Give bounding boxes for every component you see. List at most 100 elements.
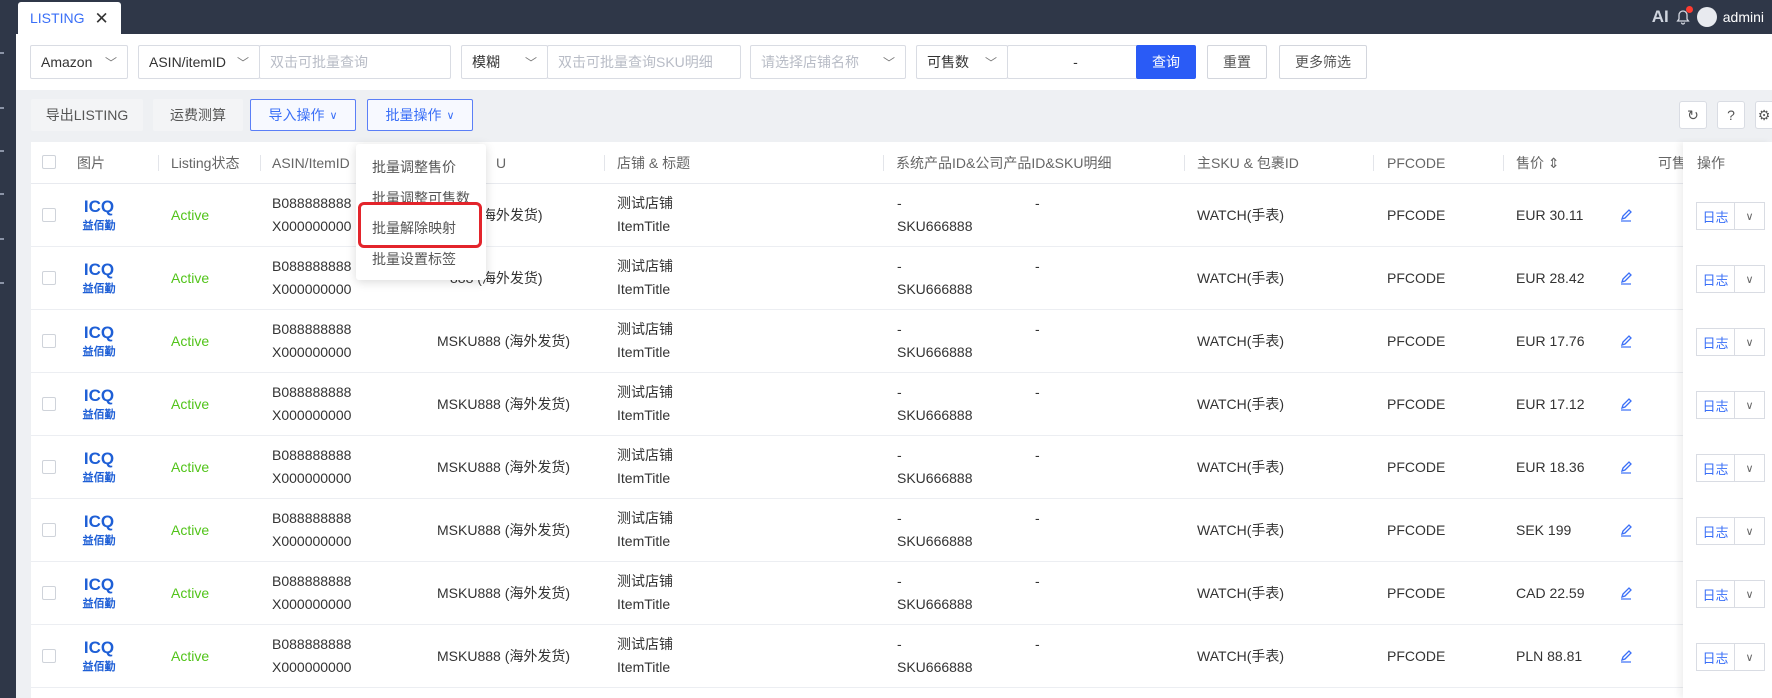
sku-search-input[interactable]: 双击可批量查询SKU明细 — [547, 45, 741, 79]
log-button[interactable]: 日志 — [1696, 517, 1735, 545]
select-all-checkbox[interactable] — [42, 155, 56, 169]
log-button[interactable]: 日志 — [1696, 265, 1735, 293]
company-product-id: - — [1035, 258, 1040, 274]
row-checkbox[interactable] — [42, 649, 56, 663]
edit-price-icon[interactable] — [1619, 397, 1633, 411]
col-price-sort[interactable]: 售价 ⇕ — [1516, 142, 1560, 184]
log-button[interactable]: 日志 — [1696, 643, 1735, 671]
bell-icon[interactable] — [1675, 6, 1693, 25]
table-row: ICQ 益佰勤 Active B088888888 X000000000 888 (海外发… — [31, 247, 1772, 310]
row-checkbox[interactable] — [42, 460, 56, 474]
chevron-down-icon[interactable]: ∨ — [1735, 454, 1765, 482]
svg-text:ICQ: ICQ — [84, 449, 114, 468]
row-checkbox[interactable] — [42, 208, 56, 222]
chevron-down-icon[interactable]: ∨ — [1735, 202, 1765, 230]
id-type-select[interactable]: ASIN/itemID ﹀ — [138, 45, 260, 79]
logo-text: 益佰勤 — [83, 533, 116, 547]
system-product-id: - — [897, 195, 902, 211]
log-button[interactable]: 日志 — [1696, 328, 1735, 356]
store-name: 测试店铺 — [617, 321, 673, 337]
system-product-id: - — [897, 573, 902, 589]
close-icon[interactable]: ✕ — [94, 10, 108, 27]
freight-calc-button[interactable]: 运费测算 — [153, 99, 243, 131]
msku-value: MSKU888 (海外发货) — [437, 459, 571, 475]
filter-bar: Amazon ﹀ ASIN/itemID ﹀ 双击可批量查询 模糊 ﹀ 双击可批… — [16, 34, 1772, 90]
log-button[interactable]: 日志 — [1696, 580, 1735, 608]
chevron-down-icon[interactable]: ∨ — [1735, 643, 1765, 671]
import-ops-button[interactable]: 导入操作 ∨ — [250, 99, 356, 131]
msku-value: MSKU888 (海外发货) — [437, 648, 571, 664]
svg-text:ICQ: ICQ — [84, 575, 114, 594]
asin-value: B088888888 — [272, 321, 352, 337]
store-select[interactable]: 请选择店铺名称 ﹀ — [750, 45, 906, 79]
export-listing-button[interactable]: 导出LISTING — [31, 99, 143, 131]
price-value: SEK 199 — [1516, 522, 1572, 538]
chevron-down-icon: ∨ — [329, 109, 338, 122]
system-product-id: - — [897, 447, 902, 463]
row-checkbox[interactable] — [42, 334, 56, 348]
edit-price-icon[interactable] — [1619, 334, 1633, 348]
row-checkbox[interactable] — [42, 397, 56, 411]
batch-ops-button[interactable]: 批量操作 ∨ — [367, 99, 473, 131]
edit-price-icon[interactable] — [1619, 586, 1633, 600]
match-mode-value: 模糊 — [472, 54, 500, 70]
ai-icon[interactable]: AI — [1652, 7, 1669, 27]
chevron-down-icon[interactable]: ∨ — [1735, 580, 1765, 608]
edit-price-icon[interactable] — [1619, 208, 1633, 222]
status-badge: Active — [171, 396, 210, 412]
item-id-value: X000000000 — [272, 533, 352, 549]
username[interactable]: admini — [1723, 9, 1764, 25]
id-search-input[interactable]: 双击可批量查询 — [259, 45, 451, 79]
chevron-down-icon: ﹀ — [882, 55, 895, 70]
platform-select[interactable]: Amazon ﹀ — [30, 45, 128, 79]
search-button[interactable]: 查询 — [1136, 45, 1196, 79]
pfcode-value: PFCODE — [1387, 522, 1446, 538]
menu-item-adjust-price[interactable]: 批量调整售价 — [372, 157, 456, 177]
chevron-down-icon: ﹀ — [524, 55, 537, 70]
edit-price-icon[interactable] — [1619, 271, 1633, 285]
chevron-down-icon[interactable]: ∨ — [1735, 265, 1765, 293]
table-row: ICQ 益佰勤 Active B088888888 X000000000 888 (海外发… — [31, 184, 1772, 247]
row-checkbox[interactable] — [42, 523, 56, 537]
svg-text:ICQ: ICQ — [84, 260, 114, 279]
row-checkbox[interactable] — [42, 271, 56, 285]
chevron-down-icon[interactable]: ∨ — [1735, 391, 1765, 419]
msku-value: MSKU888 (海外发货) — [437, 333, 571, 349]
item-title: ItemTitle — [617, 344, 671, 360]
match-mode-select[interactable]: 模糊 ﹀ — [461, 45, 548, 79]
col-image: 图片 — [77, 155, 105, 171]
log-button[interactable]: 日志 — [1696, 391, 1735, 419]
edit-price-icon[interactable] — [1619, 523, 1633, 537]
edit-price-icon[interactable] — [1619, 460, 1633, 474]
sku-search-placeholder: 双击可批量查询SKU明细 — [558, 54, 713, 70]
main-sku-value: WATCH(手表) — [1197, 270, 1285, 286]
main-sku-value: WATCH(手表) — [1197, 207, 1285, 223]
range-separator: - — [1073, 54, 1078, 70]
menu-item-set-tags[interactable]: 批量设置标签 — [372, 249, 456, 269]
log-button[interactable]: 日志 — [1696, 454, 1735, 482]
company-product-id: - — [1035, 636, 1040, 652]
reset-button[interactable]: 重置 — [1207, 45, 1267, 79]
table-row: ICQ 益佰勤 Active B088888888 X000000000 MSKU888 … — [31, 499, 1772, 562]
gear-icon[interactable]: ⚙ — [1755, 101, 1772, 129]
qty-range-input[interactable]: - — [1007, 45, 1144, 79]
avatar[interactable] — [1696, 7, 1717, 27]
refresh-icon[interactable]: ↻ — [1679, 101, 1707, 129]
row-ops-group: 日志 ∨ — [1696, 328, 1765, 356]
help-icon[interactable]: ? — [1717, 101, 1745, 129]
log-button[interactable]: 日志 — [1696, 202, 1735, 230]
row-checkbox[interactable] — [42, 586, 56, 600]
store-name: 测试店铺 — [617, 258, 673, 274]
qty-field-select[interactable]: 可售数 ﹀ — [916, 45, 1008, 79]
edit-price-icon[interactable] — [1619, 649, 1633, 663]
svg-text:ICQ: ICQ — [84, 197, 114, 216]
store-placeholder: 请选择店铺名称 — [761, 54, 859, 70]
chevron-down-icon[interactable]: ∨ — [1735, 328, 1765, 356]
col-divider — [260, 155, 261, 171]
tab-listing[interactable]: LISTING ✕ — [18, 2, 121, 34]
chevron-down-icon[interactable]: ∨ — [1735, 517, 1765, 545]
item-id-value: X000000000 — [272, 344, 352, 360]
item-id-value: X000000000 — [272, 470, 352, 486]
nav-tick — [0, 107, 4, 109]
more-filters-button[interactable]: 更多筛选 — [1279, 45, 1367, 79]
